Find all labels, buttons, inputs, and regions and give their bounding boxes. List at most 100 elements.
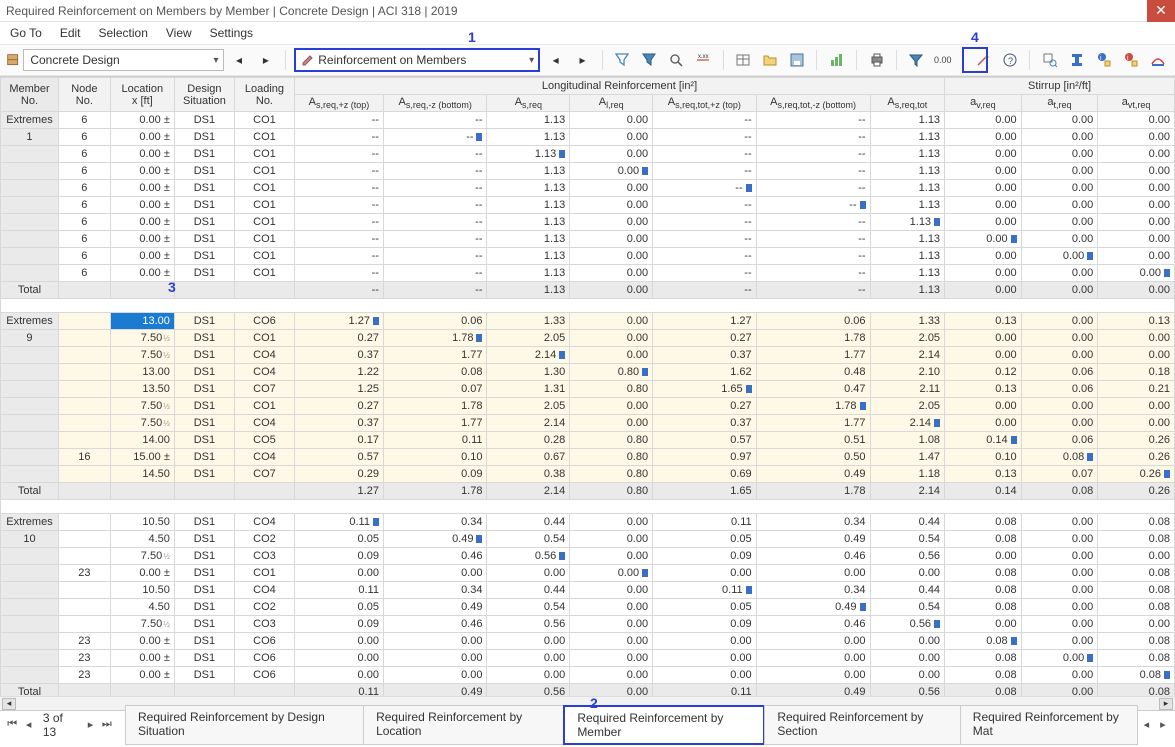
cell[interactable]: 4.50 bbox=[110, 531, 174, 548]
cell[interactable]: 6 bbox=[58, 214, 110, 231]
cell[interactable]: 0.08 bbox=[945, 650, 1022, 667]
cell[interactable]: 1.13 bbox=[870, 231, 945, 248]
cell[interactable]: 2.05 bbox=[487, 398, 570, 415]
cell[interactable]: 1.27 bbox=[653, 313, 757, 330]
cell[interactable]: 10.50 bbox=[110, 582, 174, 599]
cell[interactable]: 2.14 bbox=[487, 347, 570, 364]
cell[interactable]: -- bbox=[294, 248, 383, 265]
cell[interactable]: 1.13 bbox=[870, 265, 945, 282]
nav-last[interactable]: ⏭ bbox=[99, 715, 115, 735]
cell[interactable]: 2.05 bbox=[870, 330, 945, 347]
cell[interactable]: 0.80 bbox=[570, 381, 653, 398]
cell[interactable]: 0.27 bbox=[653, 330, 757, 347]
zoom-extent-icon[interactable] bbox=[665, 48, 688, 72]
cell[interactable]: 0.06 bbox=[756, 313, 870, 330]
menu-selection[interactable]: Selection bbox=[99, 26, 148, 40]
cell[interactable]: 4.50 bbox=[110, 599, 174, 616]
results-table[interactable]: 3 MemberNo. NodeNo. Locationx [ft] Desig… bbox=[0, 76, 1175, 696]
cell[interactable]: 0.00 bbox=[487, 633, 570, 650]
close-button[interactable]: ✕ bbox=[1147, 0, 1175, 22]
cell[interactable]: 0.34 bbox=[383, 514, 487, 531]
cell[interactable]: -- bbox=[294, 112, 383, 129]
cell[interactable]: 7.50½ bbox=[110, 398, 174, 415]
cell[interactable]: 0.11 bbox=[653, 514, 757, 531]
col-asreq[interactable]: As,req bbox=[487, 95, 570, 112]
cell[interactable]: 0.00 bbox=[570, 197, 653, 214]
cell[interactable]: 0.09 bbox=[653, 548, 757, 565]
cell[interactable]: 13.00 bbox=[110, 364, 174, 381]
cell[interactable]: 0.00 bbox=[570, 514, 653, 531]
cell[interactable]: 6 bbox=[58, 265, 110, 282]
tab-required-reinforcement-by-mat[interactable]: Required Reinforcement by Mat bbox=[960, 705, 1138, 745]
cell[interactable]: 0.00 bbox=[945, 129, 1022, 146]
cell[interactable]: 2.10 bbox=[870, 364, 945, 381]
cell[interactable]: -- bbox=[756, 248, 870, 265]
cell[interactable]: 0.54 bbox=[870, 531, 945, 548]
cell[interactable]: -- bbox=[383, 163, 487, 180]
cell[interactable]: 1.13 bbox=[487, 231, 570, 248]
cell[interactable]: 0.07 bbox=[383, 381, 487, 398]
cell[interactable]: 0.34 bbox=[756, 582, 870, 599]
cell[interactable]: 0.08 bbox=[1021, 449, 1098, 466]
cell[interactable]: 0.00 ± bbox=[110, 265, 174, 282]
cell[interactable]: 0.00 bbox=[1021, 398, 1098, 415]
cell[interactable]: -- bbox=[383, 146, 487, 163]
cell[interactable]: 0.51 bbox=[756, 432, 870, 449]
cell[interactable]: 10.50 bbox=[110, 514, 174, 531]
cell[interactable]: 0.48 bbox=[756, 364, 870, 381]
cell[interactable]: 0.56 bbox=[870, 548, 945, 565]
cell[interactable]: 0.00 bbox=[653, 633, 757, 650]
save-icon[interactable] bbox=[785, 48, 808, 72]
cell[interactable]: 0.00 bbox=[945, 146, 1022, 163]
cell[interactable]: 0.00 bbox=[945, 197, 1022, 214]
cell[interactable]: 14.00 bbox=[110, 432, 174, 449]
cell[interactable]: DS1 bbox=[174, 364, 234, 381]
cell[interactable]: DS1 bbox=[174, 313, 234, 330]
nav-first[interactable]: ⏮ bbox=[4, 715, 20, 735]
cell[interactable]: 0.56 bbox=[870, 616, 945, 633]
cell[interactable]: 0.00 bbox=[1021, 582, 1098, 599]
cell[interactable]: 1.13 bbox=[870, 197, 945, 214]
cell[interactable]: 0.00 bbox=[294, 667, 383, 684]
cell[interactable]: 1.77 bbox=[383, 347, 487, 364]
cell[interactable]: 0.09 bbox=[294, 616, 383, 633]
cell[interactable]: 1.25 bbox=[294, 381, 383, 398]
cell[interactable]: DS1 bbox=[174, 112, 234, 129]
cell[interactable]: 0.28 bbox=[487, 432, 570, 449]
cell[interactable]: 0.00 ± bbox=[110, 214, 174, 231]
cell[interactable]: 0.37 bbox=[653, 347, 757, 364]
cell[interactable]: 0.00 bbox=[1021, 514, 1098, 531]
cell[interactable]: -- bbox=[653, 129, 757, 146]
cell[interactable]: 0.00 bbox=[1021, 112, 1098, 129]
cell[interactable]: 0.37 bbox=[294, 415, 383, 432]
cell[interactable]: -- bbox=[383, 129, 487, 146]
cell[interactable]: 0.00 bbox=[570, 129, 653, 146]
cell[interactable]: -- bbox=[756, 265, 870, 282]
cell[interactable]: -- bbox=[756, 112, 870, 129]
cell[interactable]: 1.13 bbox=[870, 163, 945, 180]
cell[interactable]: 0.00 bbox=[1021, 313, 1098, 330]
cell[interactable]: 0.00 bbox=[1021, 231, 1098, 248]
info-blue-icon[interactable]: i bbox=[1092, 48, 1115, 72]
cell[interactable]: 0.11 bbox=[294, 514, 383, 531]
cell[interactable]: 0.09 bbox=[294, 548, 383, 565]
cell[interactable] bbox=[58, 466, 110, 483]
cell[interactable]: 2.14 bbox=[870, 347, 945, 364]
section-beam-icon[interactable] bbox=[1065, 48, 1088, 72]
cell[interactable]: 23 bbox=[58, 633, 110, 650]
cell[interactable]: 1.27 bbox=[294, 313, 383, 330]
cell[interactable]: 14.50 bbox=[110, 466, 174, 483]
cell[interactable]: DS1 bbox=[174, 531, 234, 548]
cell[interactable]: 0.00 bbox=[870, 667, 945, 684]
cell[interactable]: 1.62 bbox=[653, 364, 757, 381]
cell[interactable]: 0.00 bbox=[756, 633, 870, 650]
cell[interactable]: 1.13 bbox=[487, 265, 570, 282]
cell[interactable]: 1.13 bbox=[870, 214, 945, 231]
cell[interactable]: 0.00 bbox=[570, 565, 653, 582]
cell[interactable]: 7.50½ bbox=[110, 616, 174, 633]
cell[interactable]: 0.00 bbox=[294, 633, 383, 650]
cell[interactable]: 0.00 bbox=[756, 565, 870, 582]
cell[interactable]: 0.44 bbox=[487, 582, 570, 599]
cell[interactable]: 0.46 bbox=[383, 616, 487, 633]
info-red-icon[interactable]: i bbox=[1119, 48, 1142, 72]
